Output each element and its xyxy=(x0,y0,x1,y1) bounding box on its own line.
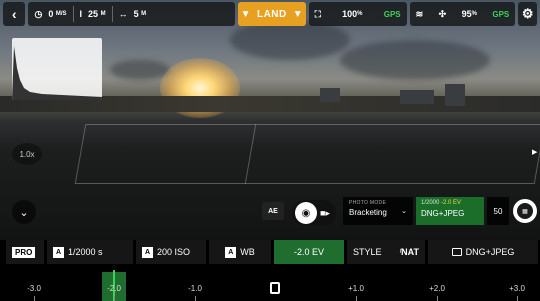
ev-value: -2.0 EV xyxy=(293,247,324,257)
bracket-icon: ▦ xyxy=(517,203,533,219)
auto-tag: A xyxy=(142,246,153,258)
photo-mode-value: Bracketing xyxy=(349,208,387,217)
iso-param[interactable]: A 200 ISO xyxy=(136,240,206,264)
triangle-down-icon: ▼ xyxy=(240,8,251,20)
file-format: DNG+JPEG xyxy=(421,209,465,218)
ev-tick xyxy=(356,296,357,301)
ev-tick-label: -1.0 xyxy=(188,284,202,293)
telemetry-panel: ◷ 0 M/S I 25 M ↔ 5 M xyxy=(28,2,236,26)
style-value: ᶠNAT xyxy=(399,247,419,257)
ev-tick xyxy=(34,296,35,301)
capture-mode-toggle[interactable]: ◉ ■▸ xyxy=(292,200,336,226)
ev-tick xyxy=(195,296,196,301)
land-label: LAND xyxy=(256,8,287,20)
format-param[interactable]: DNG+JPEG xyxy=(428,240,538,264)
ev-tick-label: +2.0 xyxy=(429,284,445,293)
ev-tick xyxy=(437,296,438,301)
histogram xyxy=(12,38,102,100)
altitude-value: 25 xyxy=(88,9,99,19)
photo-mode-caption: PHOTO MODE xyxy=(349,200,387,206)
drone-battery-icon: ⛶ xyxy=(314,8,321,19)
chevron-left-icon: ‹ xyxy=(11,6,17,22)
shutter-speed-value: 1/2000 s xyxy=(68,247,103,257)
pro-mode-button[interactable]: PRO xyxy=(6,240,44,264)
format-value: DNG+JPEG xyxy=(465,247,515,257)
ev-tick xyxy=(114,296,115,301)
signal-percent: 95 xyxy=(461,9,472,19)
gps-label: GPS xyxy=(492,9,510,19)
shutter-speed-param[interactable]: A 1/2000 s xyxy=(47,240,133,264)
controller-icon: ✣ xyxy=(438,8,447,19)
white-balance-param[interactable]: A WB xyxy=(209,240,271,264)
exposure-ev: -2.0 EV xyxy=(441,200,462,206)
altitude-unit: M xyxy=(100,11,106,17)
speed-unit: M/S xyxy=(55,11,67,17)
photo-mode-selector[interactable]: PHOTO MODE Bracketing ⌄ xyxy=(343,197,413,225)
ev-param[interactable]: -2.0 EV xyxy=(274,240,344,264)
ev-tick-label: -2.0 xyxy=(107,284,121,293)
gear-icon: ⚙ xyxy=(521,6,534,21)
sports-field xyxy=(74,124,540,184)
status-bar: ‹ ◷ 0 M/S I 25 M ↔ 5 M ▼ LAND ▼ ⛶ 100% G… xyxy=(0,0,540,28)
camera-icon[interactable]: ◉ xyxy=(295,202,317,224)
video-camera-icon[interactable]: ■▸ xyxy=(320,208,330,219)
speed-value: 0 xyxy=(48,9,54,19)
speedometer-icon: ◷ xyxy=(34,8,43,19)
altitude-icon: I xyxy=(79,9,83,19)
back-button[interactable]: ‹ xyxy=(3,2,26,26)
ev-tick-label: +3.0 xyxy=(509,284,525,293)
triangle-down-icon: ▼ xyxy=(292,8,304,20)
shutter-button[interactable]: ▦ xyxy=(513,199,537,223)
chevron-down-icon: ⌄ xyxy=(401,208,407,215)
auto-tag: A xyxy=(53,246,64,258)
battery-percent: 100 xyxy=(342,9,358,19)
ev-tick xyxy=(517,296,518,301)
collapse-button[interactable]: ⌄ xyxy=(12,200,36,224)
pro-label: PRO xyxy=(12,246,36,258)
ev-tick-label: +1.0 xyxy=(348,284,364,293)
ev-tick-label: -3.0 xyxy=(27,284,41,293)
style-label: STYLE xyxy=(353,247,382,257)
zoom-indicator[interactable]: 1.0x xyxy=(12,143,42,165)
white-balance-value: WB xyxy=(240,247,255,257)
wifi-icon: ≋ xyxy=(415,8,424,19)
ev-zero-marker xyxy=(270,282,280,294)
iso-value: 200 ISO xyxy=(157,247,191,257)
battery-unit: % xyxy=(357,11,363,17)
distance-icon: ↔ xyxy=(118,9,128,19)
exposure-format-box[interactable]: 1/2000 -2.0 EV DNG+JPEG xyxy=(416,197,484,225)
exposure-shutter: 1/2000 xyxy=(421,200,440,206)
distance-unit: M xyxy=(141,11,147,17)
histogram-graph xyxy=(12,46,102,100)
auto-tag: A xyxy=(225,246,237,258)
signal-unit: % xyxy=(471,11,477,17)
style-param[interactable]: STYLE ᶠNAT xyxy=(347,240,425,264)
signal-panel[interactable]: ≋ ✣ 95% GPS xyxy=(409,2,516,26)
gps-label: GPS xyxy=(383,9,401,19)
land-button[interactable]: ▼ LAND ▼ xyxy=(238,2,306,26)
camera-params-bar: PRO A 1/2000 s A 200 ISO A WB -2.0 EV ST… xyxy=(0,240,540,264)
shot-count: 50 xyxy=(487,197,509,225)
chevron-down-icon: ⌄ xyxy=(19,206,29,219)
expand-right-icon[interactable]: ▶ xyxy=(532,148,537,156)
ae-lock-button[interactable]: AE xyxy=(262,202,284,220)
ev-scale-slider[interactable]: -3.0 -2.0 -1.0 +1.0 +2.0 +3.0 xyxy=(0,266,540,301)
battery-panel[interactable]: ⛶ 100% GPS xyxy=(308,2,407,26)
settings-button[interactable]: ⚙ xyxy=(518,2,537,26)
format-icon xyxy=(451,248,462,256)
distance-value: 5 xyxy=(133,9,139,19)
ae-lock-label: AE xyxy=(268,207,278,215)
